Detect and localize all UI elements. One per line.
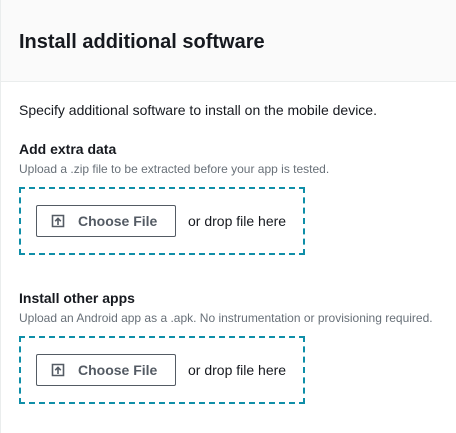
other-apps-dropzone[interactable]: Choose File or drop file here — [19, 336, 305, 404]
panel-title: Install additional software — [19, 31, 265, 53]
choose-file-label: Choose File — [78, 362, 158, 378]
other-apps-section: Install other apps Upload an Android app… — [19, 289, 456, 404]
other-apps-choose-file-button[interactable]: Choose File — [36, 354, 176, 386]
extra-data-choose-file-button[interactable]: Choose File — [36, 205, 176, 237]
install-software-panel: Install additional software Specify addi… — [0, 0, 456, 433]
upload-icon — [51, 214, 65, 228]
panel-header: Install additional software — [1, 0, 456, 82]
extra-data-section: Add extra data Upload a .zip file to be … — [19, 140, 456, 255]
panel-description: Specify additional software to install o… — [19, 102, 377, 118]
panel-body: Specify additional software to install o… — [1, 82, 456, 404]
extra-data-dropzone[interactable]: Choose File or drop file here — [19, 187, 305, 255]
choose-file-label: Choose File — [78, 213, 158, 229]
drop-file-text: or drop file here — [188, 362, 287, 378]
upload-icon — [51, 363, 65, 377]
drop-file-text: or drop file here — [188, 213, 287, 229]
other-apps-label: Install other apps — [19, 290, 135, 306]
extra-data-hint: Upload a .zip file to be extracted befor… — [19, 162, 330, 176]
other-apps-hint: Upload an Android app as a .apk. No inst… — [19, 311, 433, 325]
extra-data-label: Add extra data — [19, 141, 117, 157]
